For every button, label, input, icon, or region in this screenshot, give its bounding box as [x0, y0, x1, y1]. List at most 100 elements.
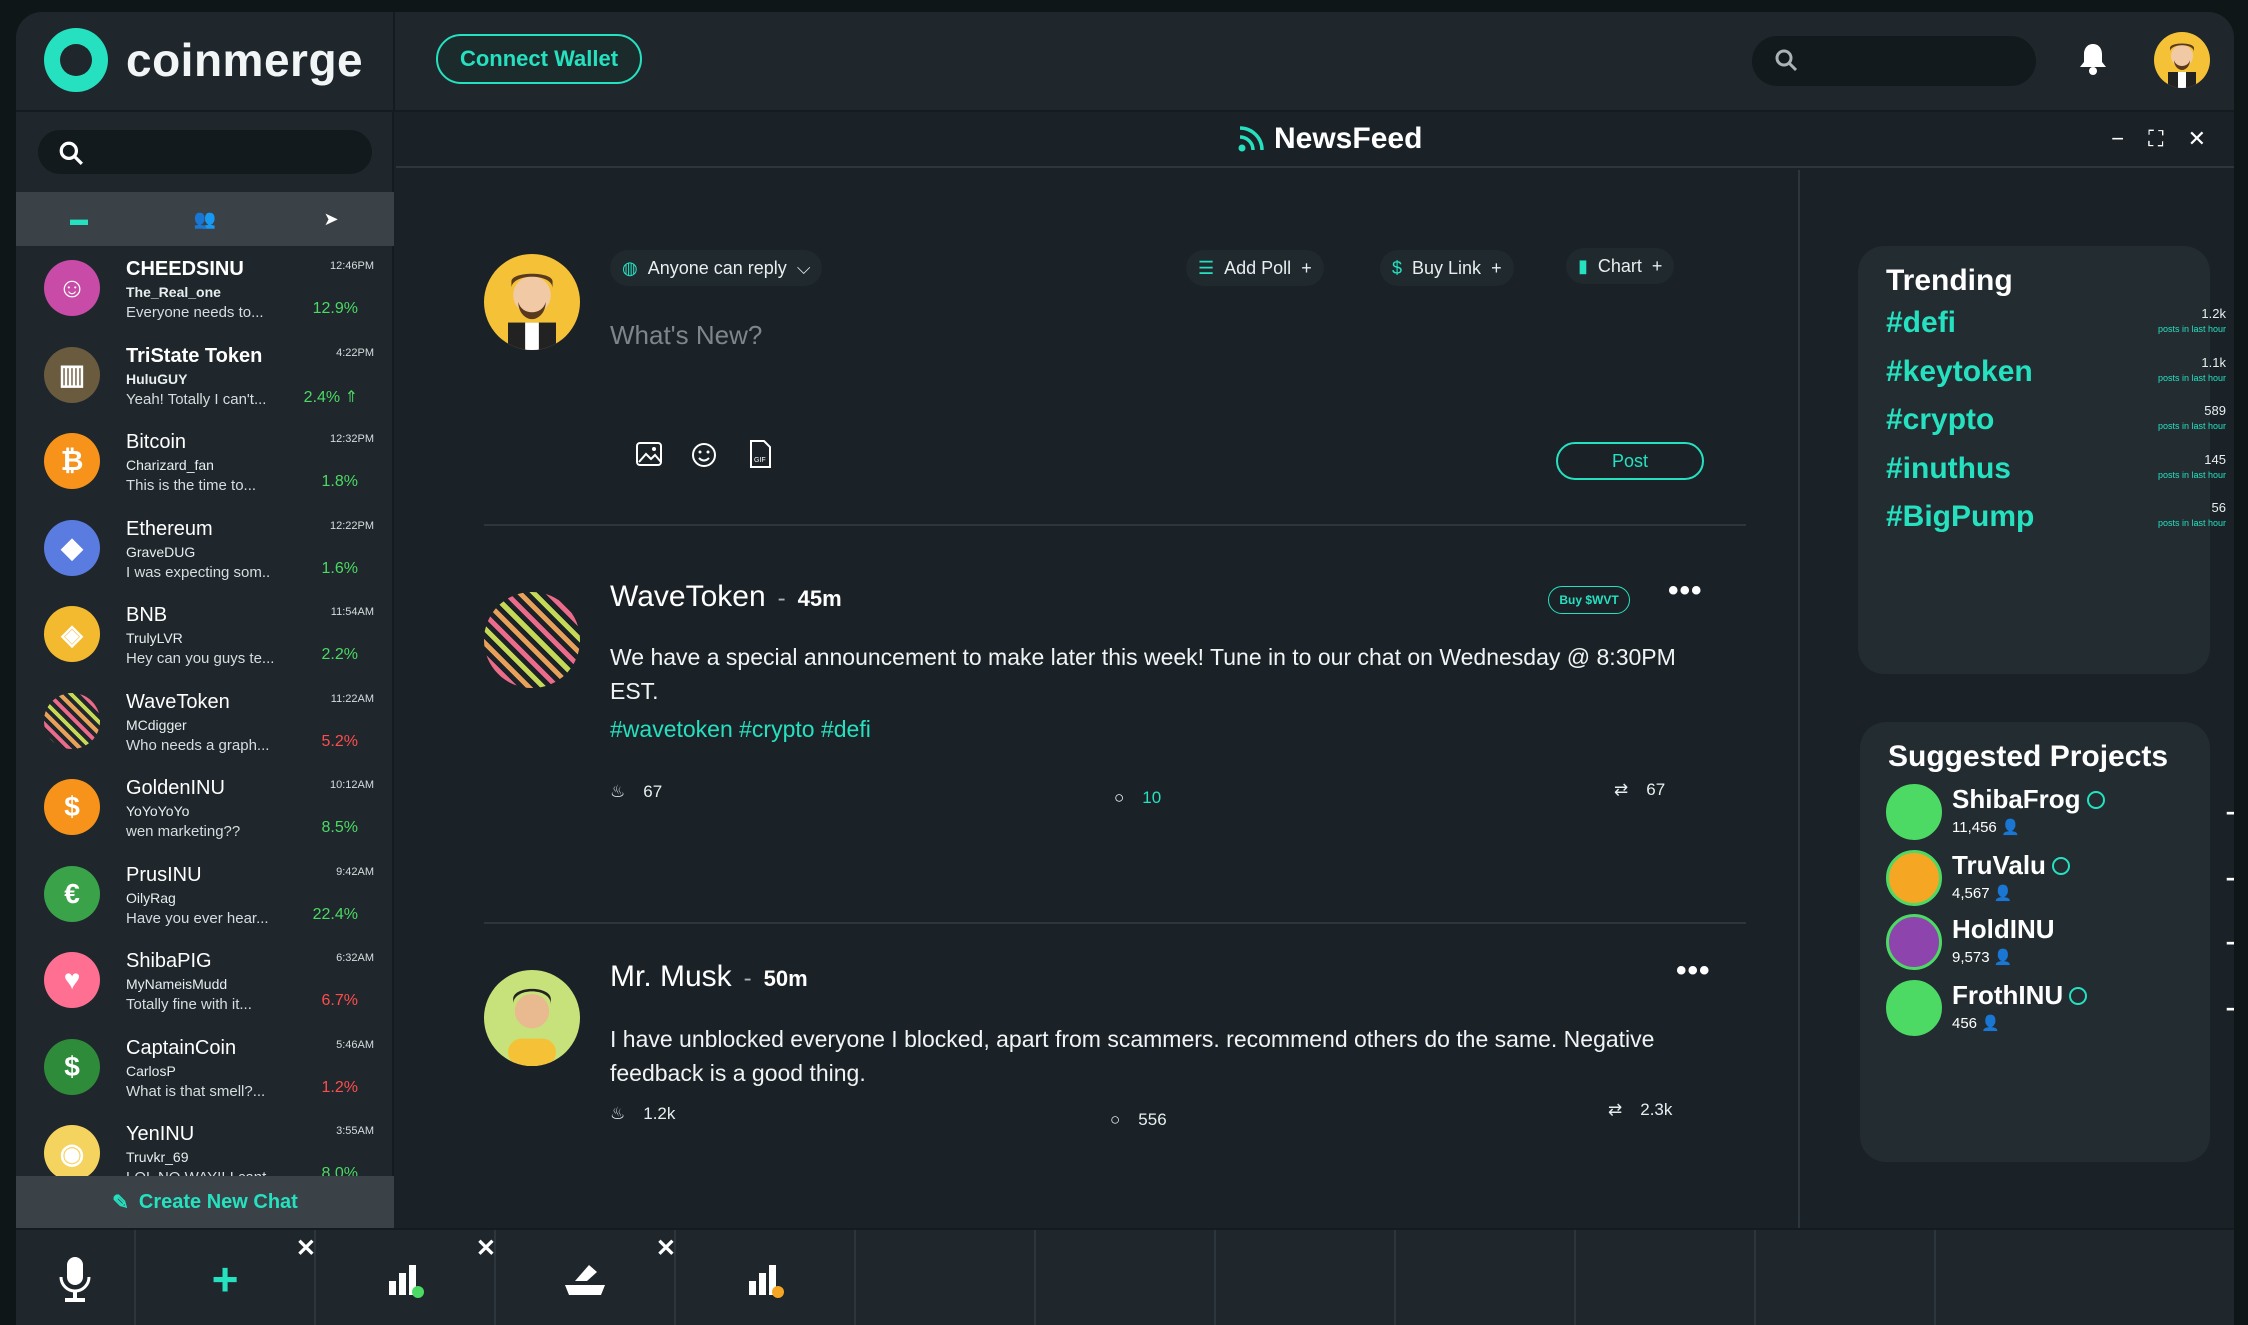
dock-empty-slot[interactable] — [1216, 1230, 1396, 1325]
chat-name: TriState Token — [126, 344, 263, 367]
user-avatar[interactable] — [2154, 32, 2210, 88]
tab-send[interactable]: ➤ — [268, 192, 394, 246]
project-name: HoldINU — [1952, 914, 2055, 944]
top-search-input[interactable] — [1752, 36, 2036, 86]
add-poll-button[interactable]: ☰ Add Poll + — [1186, 250, 1324, 286]
compose-input[interactable]: What's New? — [610, 320, 762, 351]
trending-item[interactable]: #keytoken 1.1k posts in last hour — [1886, 355, 2226, 389]
reposts-stat[interactable]: ⇄ 2.3k — [1608, 1100, 1672, 1120]
chart-button[interactable]: ▮ Chart + — [1566, 248, 1675, 284]
chat-list-item[interactable]: ☺ CHEEDSINU The_Real_one Everyone needs to.… — [16, 246, 394, 333]
follow-plus-icon[interactable]: + — [2225, 988, 2234, 1030]
trending-item[interactable]: #defi 1.2k posts in last hour — [1886, 306, 2226, 340]
maximize-icon[interactable]: ⛶ — [2148, 126, 2163, 152]
dock-empty-slot[interactable] — [1576, 1230, 1756, 1325]
post-author[interactable]: WaveToken — [610, 580, 766, 613]
dock-empty-slot[interactable] — [1396, 1230, 1576, 1325]
page-title: NewsFeed — [1238, 122, 1422, 156]
buy-link-label: Buy Link — [1412, 257, 1482, 278]
chat-username: MCdigger — [126, 716, 187, 733]
post-button[interactable]: Post — [1556, 442, 1704, 480]
close-icon[interactable]: ✕ — [2188, 126, 2206, 152]
post-author-line: Mr. Musk -50m — [610, 960, 808, 994]
add-poll-label: Add Poll — [1224, 257, 1292, 278]
chat-list-item[interactable]: € PrusINU OilyRag Have you ever hear... 9:42… — [16, 852, 394, 939]
chat-list-item[interactable]: WaveToken MCdigger Who needs a graph... 11:… — [16, 679, 394, 766]
bell-icon[interactable] — [2078, 42, 2108, 76]
chat-preview: wen marketing?? — [126, 823, 241, 840]
trending-tag: #inuthus — [1886, 451, 2011, 485]
dock-microphone[interactable] — [16, 1230, 136, 1325]
separator: - — [743, 965, 752, 992]
follow-plus-icon[interactable]: + — [2225, 792, 2234, 834]
comments-stat[interactable]: ○ 10 — [1114, 788, 1161, 808]
likes-count: 67 — [643, 782, 663, 801]
buy-token-badge[interactable]: Buy $WVT — [1548, 586, 1630, 614]
sidebar-search-input[interactable] — [38, 130, 372, 174]
comments-count: 556 — [1138, 1110, 1167, 1129]
close-icon[interactable]: ✕ — [476, 1234, 496, 1263]
price-change: 22.4% — [312, 905, 358, 923]
chat-list-item[interactable]: ₿ Bitcoin Charizard_fan This is the time to… — [16, 419, 394, 506]
suggested-title: Suggested Projects — [1888, 740, 2169, 773]
dock-vote[interactable]: ✕ — [496, 1230, 676, 1325]
dock-empty-slot[interactable] — [856, 1230, 1036, 1325]
dock-chart-1[interactable]: ✕ — [316, 1230, 496, 1325]
likes-stat[interactable]: ♨ 1.2k — [610, 1104, 675, 1124]
emoji-icon[interactable] — [690, 438, 722, 470]
project-avatar — [1886, 914, 1942, 970]
likes-stat[interactable]: ♨ 67 — [610, 782, 662, 802]
close-icon[interactable]: ✕ — [296, 1234, 316, 1263]
chart-app-icon — [749, 1264, 784, 1298]
suggested-project[interactable]: FrothINU 456 👤 + — [1886, 980, 2234, 1044]
trending-item[interactable]: #crypto 589 posts in last hour — [1886, 403, 2226, 437]
chat-bubble-icon: ▬ — [70, 208, 88, 229]
reposts-stat[interactable]: ⇄ 67 — [1614, 780, 1665, 800]
chart-app-icon — [389, 1264, 424, 1298]
chat-list-item[interactable]: ▥ TriState Token HuluGUY Yeah! Totally I ca… — [16, 333, 394, 420]
dock-empty-slot[interactable] — [1756, 1230, 1936, 1325]
ballot-icon — [565, 1264, 605, 1295]
comments-stat[interactable]: ○ 556 — [1110, 1110, 1167, 1130]
chat-list-item[interactable]: $ CaptainCoin CarlosP What is that smell?..… — [16, 1025, 394, 1112]
trending-item[interactable]: #BigPump 56 posts in last hour — [1886, 500, 2226, 534]
price-change: 6.7% — [321, 992, 358, 1009]
post-avatar[interactable] — [484, 970, 580, 1066]
bottom-dock: + ✕ ✕ ✕ — [16, 1228, 2234, 1325]
post-avatar[interactable] — [484, 592, 580, 688]
dock-empty-slot[interactable] — [1936, 1230, 2116, 1325]
gif-icon[interactable]: GIF — [744, 438, 776, 470]
tab-groups[interactable]: 👥 — [142, 192, 268, 246]
suggested-project[interactable]: TruValu 4,567 👤 + — [1886, 850, 2234, 914]
minimize-icon[interactable]: − — [2111, 126, 2124, 152]
chat-list-item[interactable]: ◆ Ethereum GraveDUG I was expecting som.. 12… — [16, 506, 394, 593]
send-icon: ➤ — [323, 208, 339, 229]
dock-chart-2[interactable] — [676, 1230, 856, 1325]
suggested-project[interactable]: HoldINU 9,573 👤 + — [1886, 914, 2234, 978]
trending-item[interactable]: #inuthus 145 posts in last hour — [1886, 452, 2226, 486]
tab-chats[interactable]: ▬ — [16, 192, 142, 246]
close-icon[interactable]: ✕ — [656, 1234, 676, 1263]
connect-wallet-button[interactable]: Connect Wallet — [436, 34, 642, 84]
image-upload-icon[interactable] — [634, 438, 666, 470]
price-change: 8.5% — [321, 819, 358, 836]
create-new-chat-button[interactable]: ✎ Create New Chat — [16, 1176, 394, 1228]
follow-plus-icon[interactable]: + — [2225, 858, 2234, 900]
buy-link-button[interactable]: $ Buy Link + — [1380, 250, 1514, 286]
trending-count: 1.2k — [2201, 306, 2226, 321]
dollar-icon: $ — [1392, 257, 1403, 278]
post-author[interactable]: Mr. Musk — [610, 960, 732, 993]
dock-add[interactable]: + ✕ — [136, 1230, 316, 1325]
more-options-icon[interactable]: ••• — [1676, 954, 1711, 988]
logo[interactable]: coinmerge — [44, 28, 363, 92]
chat-list-item[interactable]: ♥ ShibaPIG MyNameisMudd Totally fine with i… — [16, 938, 394, 1025]
more-options-icon[interactable]: ••• — [1668, 574, 1703, 608]
reply-setting-dropdown[interactable]: ◍ Anyone can reply ⌵ — [610, 250, 823, 286]
dock-empty-slot[interactable] — [1036, 1230, 1216, 1325]
follow-plus-icon[interactable]: + — [2225, 922, 2234, 964]
suggested-project[interactable]: ShibaFrog 11,456 👤 + — [1886, 784, 2234, 848]
chat-list-item[interactable]: $ GoldenINU YoYoYoYo wen marketing?? 10:12AM… — [16, 765, 394, 852]
plus-icon: + — [1491, 257, 1502, 278]
chat-list-item[interactable]: ◈ BNB TrulyLVR Hey can you guys te... 11:54A… — [16, 592, 394, 679]
post-hashtags[interactable]: #wavetoken #crypto #defi — [610, 716, 871, 743]
